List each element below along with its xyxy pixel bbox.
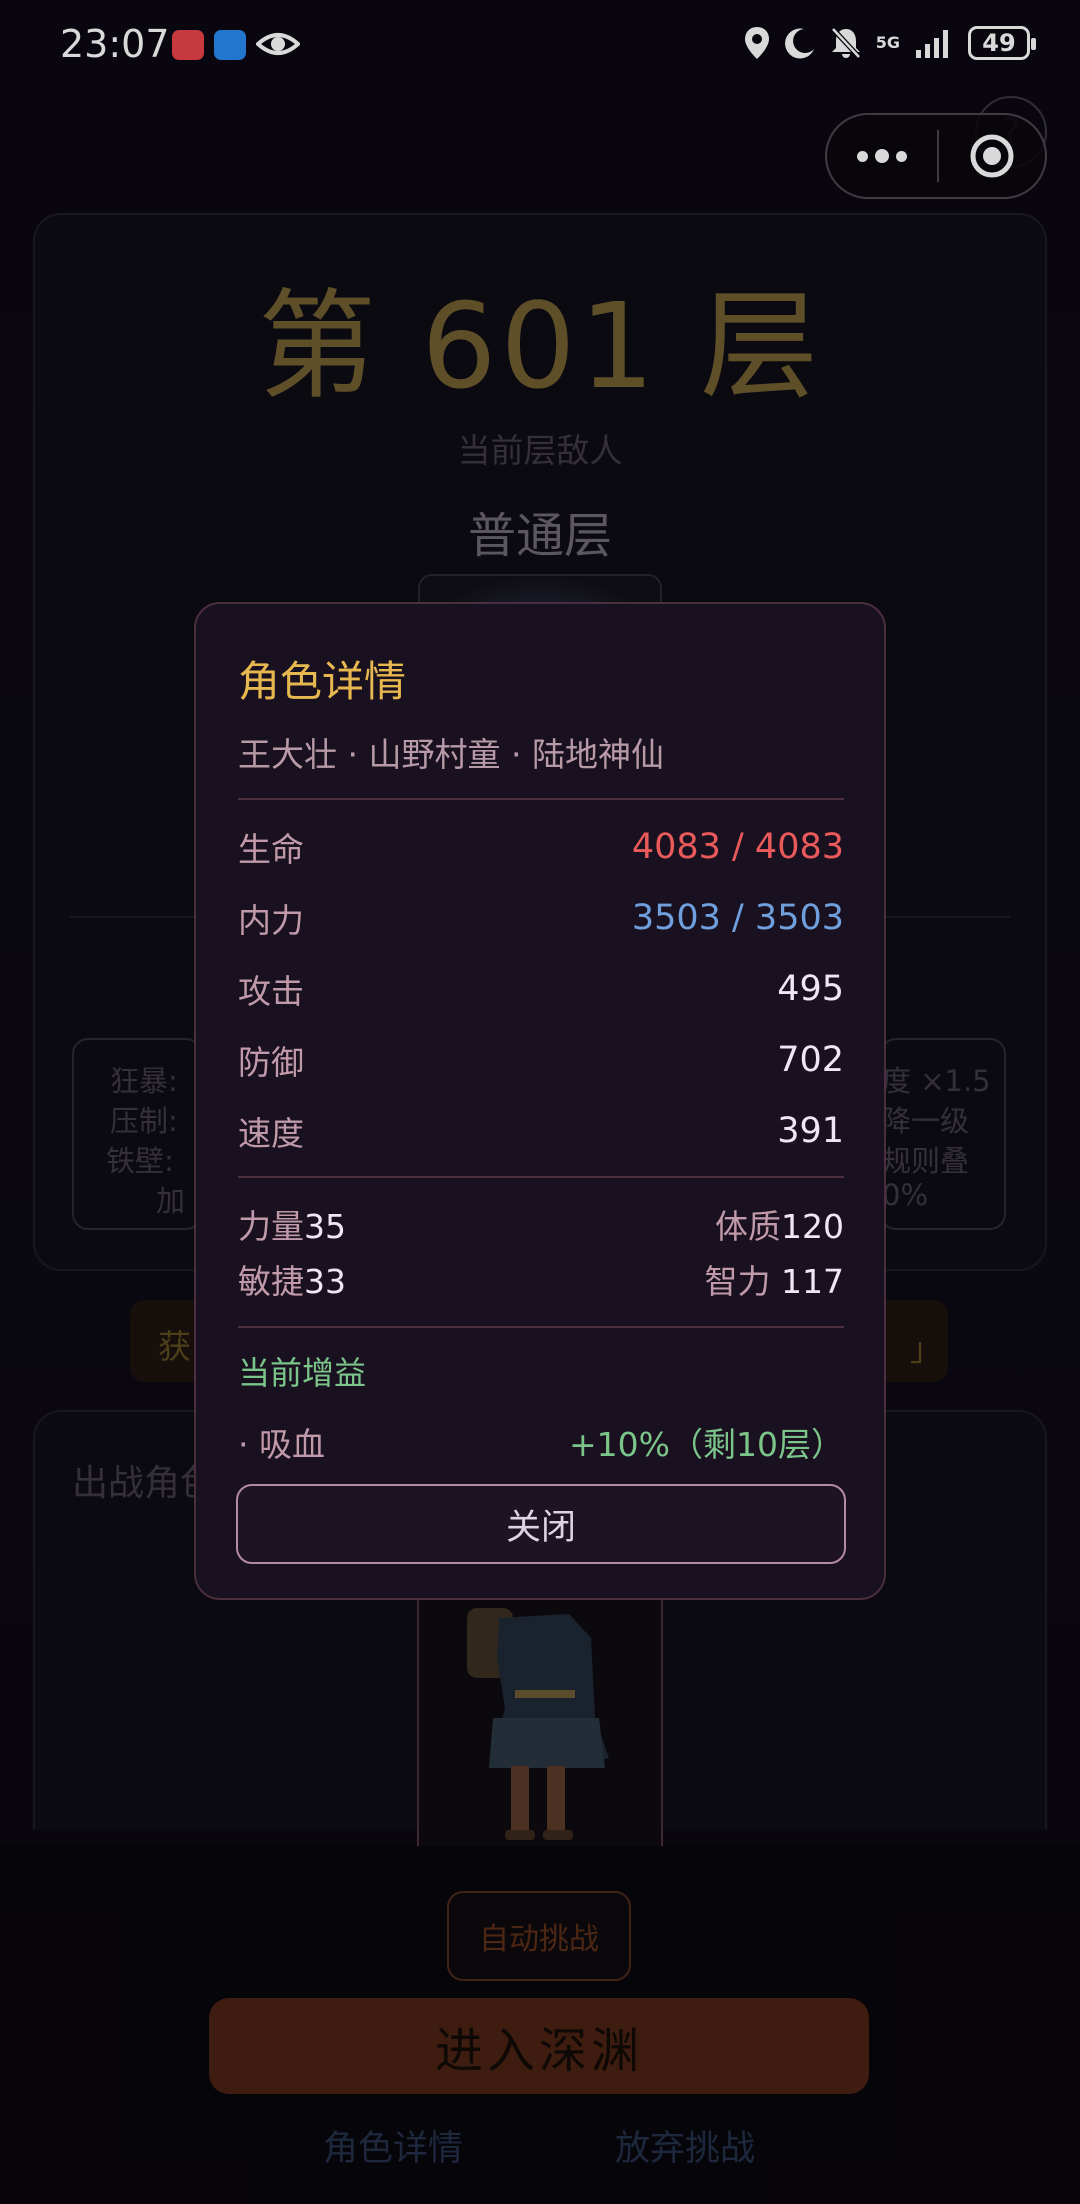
attr-row-1: 力量35 体质120 <box>238 1200 844 1248</box>
game-screen: 23:07 5G 49 第 601 层 当前层敌人 普通层 狂暴: 压制: 铁壁… <box>0 0 1080 2204</box>
buff-name: · 吸血 <box>238 1425 325 1464</box>
attr-strength: 力量35 <box>238 1207 346 1246</box>
stat-label: 速度 <box>238 1114 304 1153</box>
attr-constitution: 体质120 <box>715 1207 844 1246</box>
stat-value-mp: 3503 / 3503 <box>631 898 844 938</box>
buff-item: · 吸血 +10%（剩10层） <box>238 1418 844 1466</box>
buff-title: 当前增益 <box>238 1354 367 1392</box>
stat-row-defense: 防御 702 <box>238 1035 844 1085</box>
stat-row-hp: 生命 4083 / 4083 <box>238 822 844 872</box>
buff-value: +10%（剩10层） <box>569 1425 844 1464</box>
modal-title: 角色详情 <box>238 657 407 706</box>
stat-label: 防御 <box>238 1043 304 1082</box>
stat-row-mp: 内力 3503 / 3503 <box>238 893 844 943</box>
divider <box>238 798 844 800</box>
stat-value-hp: 4083 / 4083 <box>631 827 844 867</box>
stat-label: 攻击 <box>238 972 304 1011</box>
close-button[interactable]: 关闭 <box>236 1484 846 1564</box>
stat-value-attack: 495 <box>777 969 844 1009</box>
stat-row-attack: 攻击 495 <box>238 964 844 1014</box>
role-detail-modal: 角色详情 王大壮 · 山野村童 · 陆地神仙 生命 4083 / 4083 内力… <box>194 602 886 1600</box>
divider <box>238 1176 844 1178</box>
role-identity: 王大壮 · 山野村童 · 陆地神仙 <box>238 735 664 774</box>
stat-value-speed: 391 <box>777 1111 844 1151</box>
attr-row-2: 敏捷33 智力 117 <box>238 1255 844 1303</box>
attr-agility: 敏捷33 <box>238 1262 346 1301</box>
attr-intellect: 智力 117 <box>704 1262 844 1301</box>
stat-label: 内力 <box>238 901 304 940</box>
stat-row-speed: 速度 391 <box>238 1106 844 1156</box>
stat-label: 生命 <box>238 830 304 869</box>
stat-value-defense: 702 <box>777 1040 844 1080</box>
divider <box>238 1326 844 1328</box>
